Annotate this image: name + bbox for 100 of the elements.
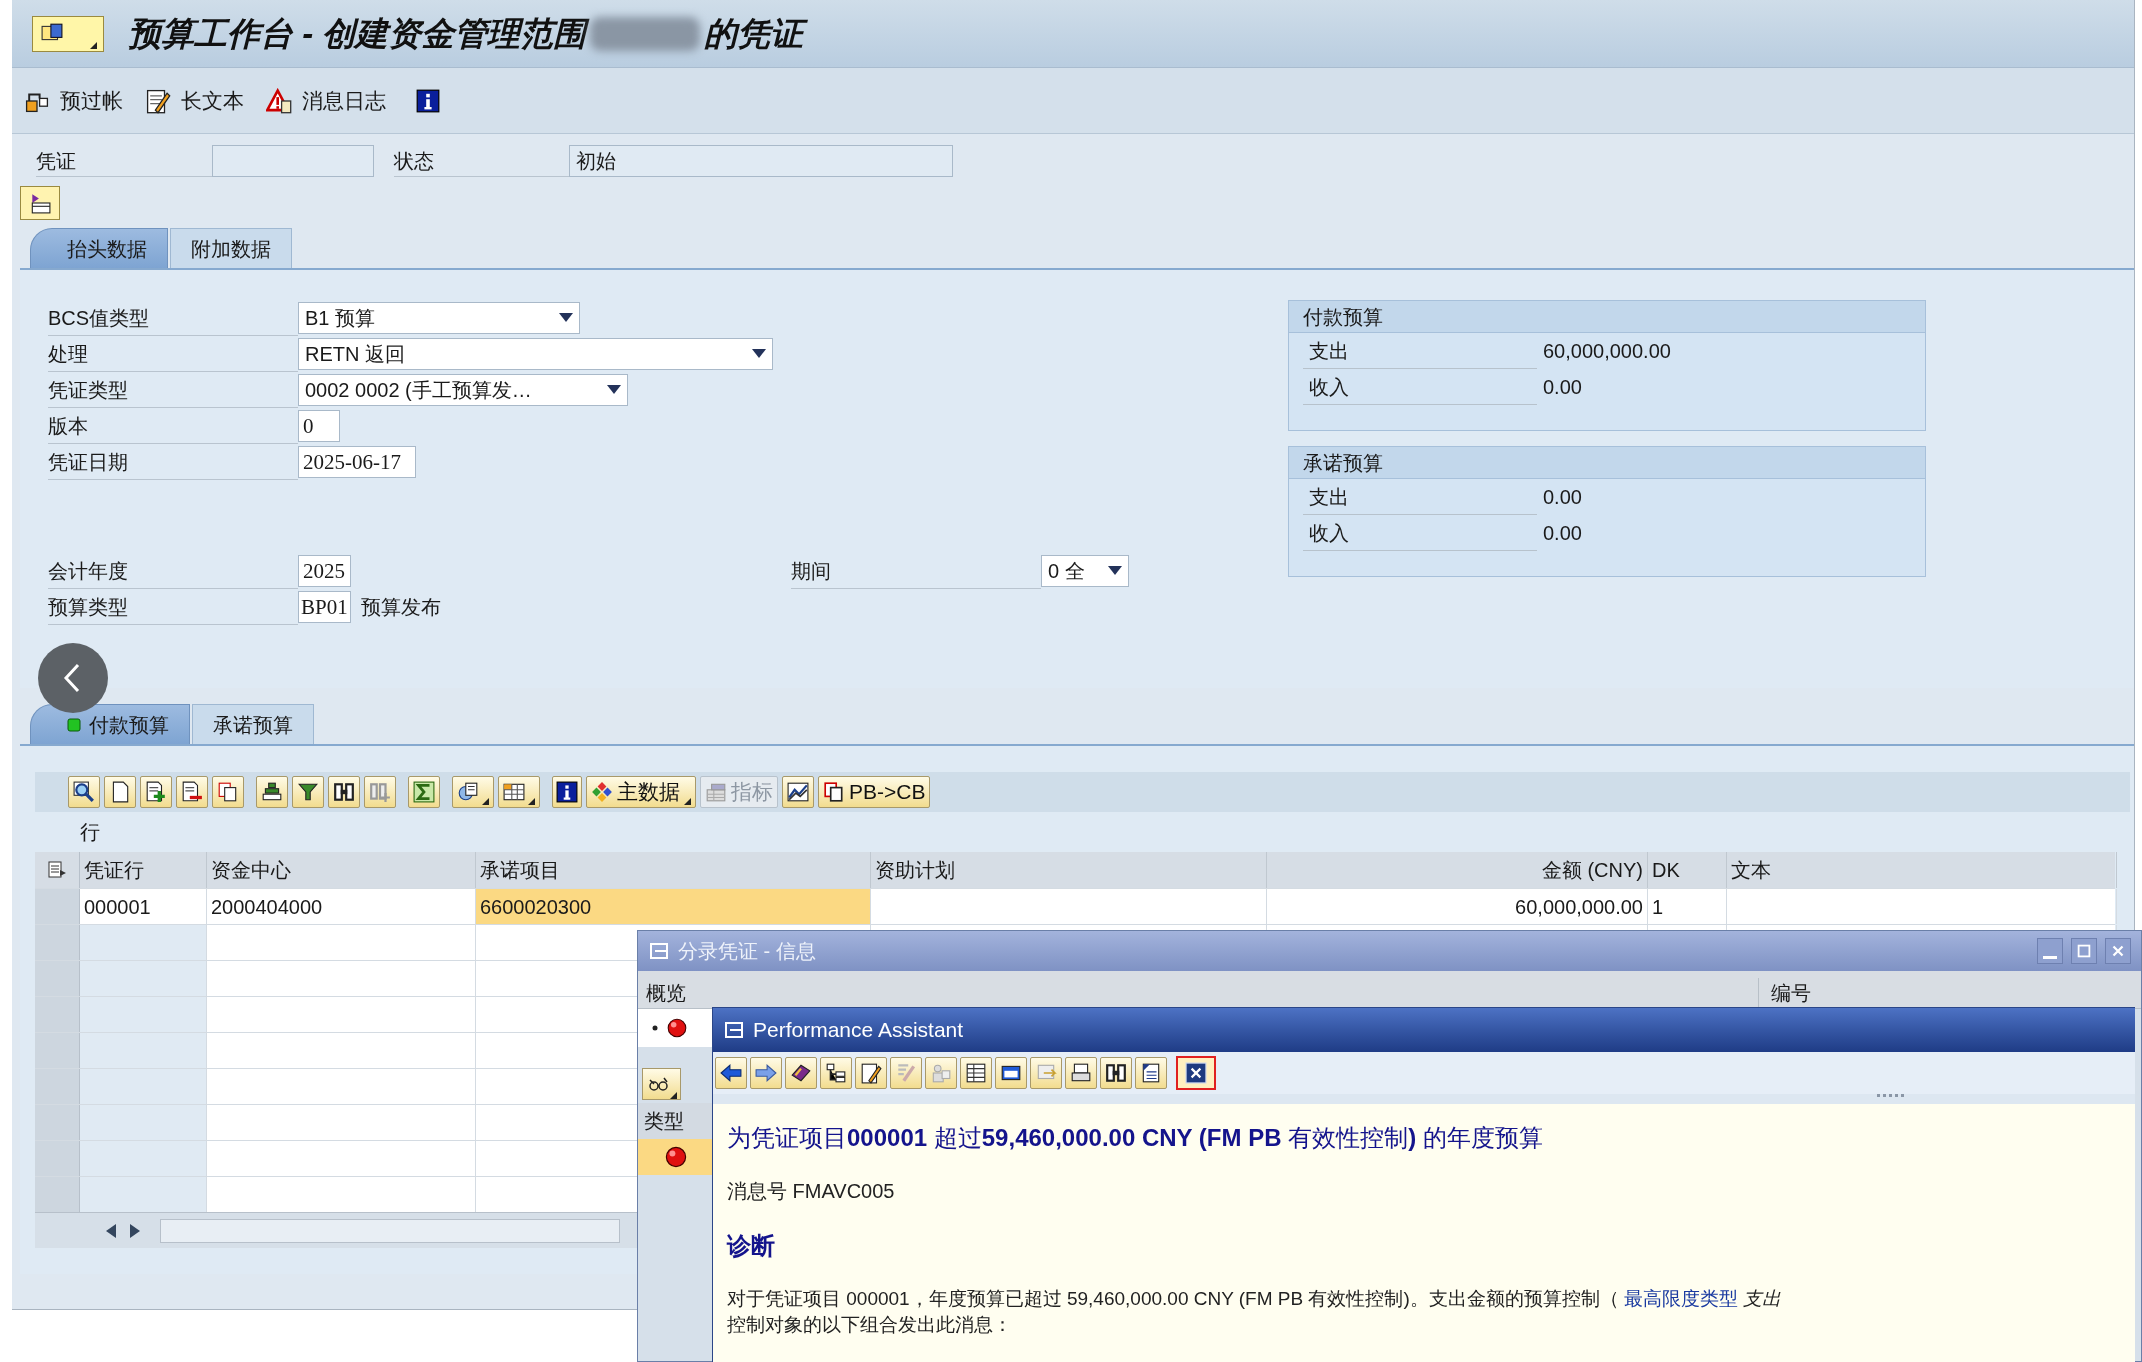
- toolbar-button[interactable]: 预过帐: [24, 84, 123, 117]
- toolbar-button[interactable]: [292, 776, 324, 808]
- toolbar-button[interactable]: [68, 776, 100, 808]
- toolbar-button[interactable]: [452, 776, 494, 808]
- document-field[interactable]: [212, 145, 374, 177]
- tab[interactable]: 承诺预算: [192, 704, 314, 744]
- notepad-pencil-icon: [860, 1062, 882, 1084]
- grip-icon: [1877, 1094, 1905, 1098]
- toolbar-button[interactable]: [140, 776, 172, 808]
- grid-icon: [503, 781, 525, 803]
- toolbar-button[interactable]: 主数据: [586, 776, 696, 808]
- grid-title: 行: [80, 820, 100, 845]
- tab[interactable]: 抬头数据: [30, 228, 168, 268]
- expand-header-button[interactable]: [20, 186, 60, 220]
- dropdown-field[interactable]: B1 预算: [298, 302, 580, 334]
- window-icon: [648, 941, 670, 961]
- diagnosis-paragraph: 控制对象的以下组合发出此消息：: [727, 1313, 1012, 1337]
- toolbar-button[interactable]: [104, 776, 136, 808]
- toolbar-button[interactable]: [176, 776, 208, 808]
- arrow-right-icon: [130, 1223, 140, 1238]
- close-button[interactable]: [1176, 1056, 1216, 1090]
- column-header[interactable]: 金额 (CNY): [1267, 852, 1648, 888]
- toolbar-button[interactable]: 消息日志: [266, 84, 386, 117]
- toolbar-button[interactable]: [715, 1057, 747, 1089]
- toolbar-button[interactable]: 长文本: [145, 84, 244, 117]
- info-button[interactable]: [552, 776, 582, 808]
- maximize-icon: [2075, 942, 2093, 960]
- printer-icon: [1070, 1062, 1092, 1084]
- toolbar-button[interactable]: [212, 776, 244, 808]
- funnel-icon: [297, 781, 319, 803]
- faded-people-icon: [930, 1062, 952, 1084]
- hierarchy-icon: [705, 781, 727, 803]
- copy-icon: [823, 781, 845, 803]
- toolbar-button[interactable]: [820, 1057, 852, 1089]
- toolbar-button[interactable]: [642, 1068, 681, 1100]
- minimize-button[interactable]: [2037, 938, 2063, 964]
- toolbar-button[interactable]: [785, 1057, 817, 1089]
- toolbar-button[interactable]: [328, 776, 360, 808]
- link[interactable]: 最高限度类型: [1624, 1288, 1739, 1309]
- column-header[interactable]: DK: [1648, 852, 1727, 888]
- close-icon: [1183, 1062, 1209, 1084]
- toolbar-button[interactable]: [782, 776, 814, 808]
- error-light-icon: [663, 1145, 688, 1169]
- binoculars-icon: [1105, 1062, 1127, 1084]
- field-label: 收入: [1303, 515, 1537, 551]
- warning-icon: [266, 87, 292, 114]
- info-button[interactable]: [416, 88, 440, 113]
- dropdown-arrow-icon: [559, 313, 573, 323]
- diamond-cluster-icon: [591, 781, 613, 803]
- toolbar-button[interactable]: [1100, 1057, 1132, 1089]
- binoculars-icon: [333, 781, 355, 803]
- maximize-button[interactable]: [2071, 938, 2097, 964]
- toolbar-button[interactable]: [498, 776, 540, 808]
- window-title: 分录凭证 - 信息: [678, 939, 816, 964]
- dropdown-arrow-icon: [1108, 566, 1122, 576]
- caret-icon: [482, 798, 489, 805]
- column-header[interactable]: 资金中心: [207, 852, 476, 888]
- toolbar-button[interactable]: [1065, 1057, 1097, 1089]
- column-header[interactable]: 文本: [1727, 852, 2117, 888]
- table-cell: 6600020300: [476, 889, 871, 924]
- minimize-icon: [2043, 956, 2057, 959]
- column-header[interactable]: 凭证行: [80, 852, 207, 888]
- amount-value: 0.00: [1543, 375, 1582, 400]
- toolbar-button[interactable]: [408, 776, 440, 808]
- group-title: 付款预算: [1303, 304, 1383, 330]
- toolbar-button[interactable]: [855, 1057, 887, 1089]
- tab[interactable]: 附加数据: [170, 228, 292, 268]
- column-header[interactable]: 概览: [638, 978, 1758, 1008]
- sum-icon: [413, 781, 435, 803]
- amount-value: 0.00: [1543, 521, 1582, 546]
- input-field[interactable]: 0: [298, 410, 340, 442]
- magnifier-icon: [73, 781, 95, 803]
- tree-icon: [825, 1062, 847, 1084]
- window-icon: [723, 1020, 745, 1040]
- export-icon: [457, 781, 479, 803]
- toolbar-button[interactable]: [995, 1057, 1027, 1089]
- menu-button[interactable]: [32, 15, 104, 52]
- line-chart-icon: [787, 781, 809, 803]
- tab[interactable]: 付款预算: [30, 704, 190, 744]
- scroll-right-button[interactable]: [130, 1223, 140, 1238]
- field-label: 支出: [1303, 479, 1537, 515]
- status-field[interactable]: 初始: [569, 145, 953, 177]
- dropdown-field[interactable]: RETN 返回: [298, 338, 773, 370]
- column-header[interactable]: 承诺项目: [476, 852, 871, 888]
- dropdown-field[interactable]: 0 全: [1041, 555, 1129, 587]
- field-label: 收入: [1303, 369, 1537, 405]
- toolbar-button[interactable]: PB->CB: [818, 776, 931, 808]
- toolbar-button[interactable]: [256, 776, 288, 808]
- column-header[interactable]: 资助计划: [871, 852, 1267, 888]
- toolbar-button[interactable]: [960, 1057, 992, 1089]
- dropdown-field[interactable]: 0002 0002 (手工预算发…: [298, 374, 628, 406]
- input-field[interactable]: BP01: [298, 591, 351, 623]
- arrow-right-icon: [755, 1062, 777, 1084]
- toolbar-button[interactable]: [1135, 1057, 1167, 1089]
- input-field[interactable]: 2025-06-17: [298, 446, 416, 478]
- table-icon: [965, 1062, 987, 1084]
- scrollbar-track[interactable]: [160, 1218, 620, 1243]
- input-field[interactable]: 2025: [298, 555, 351, 587]
- layout-icon: [47, 860, 67, 880]
- scroll-left-button[interactable]: [106, 1223, 116, 1238]
